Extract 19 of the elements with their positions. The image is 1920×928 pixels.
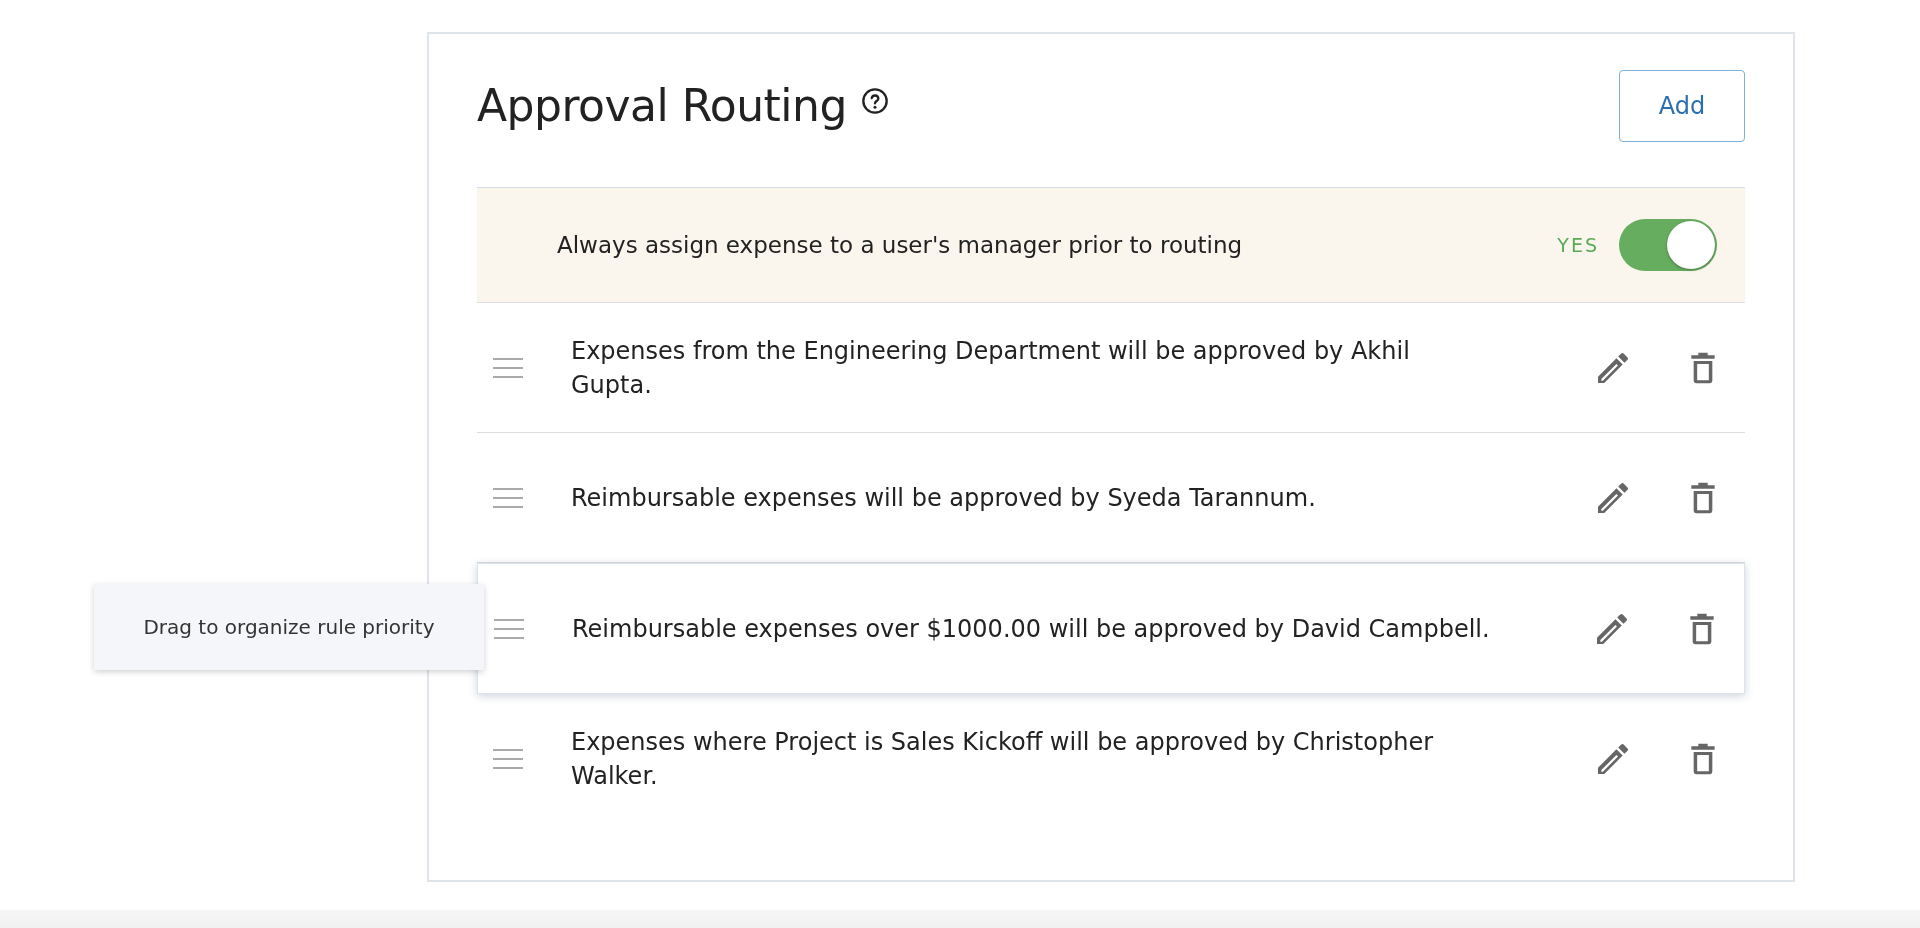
delete-icon[interactable]	[1689, 350, 1717, 385]
delete-icon[interactable]	[1689, 480, 1717, 515]
toggle-state-label: YES	[1557, 234, 1599, 256]
drag-handle-icon[interactable]	[493, 486, 523, 509]
setting-label: Always assign expense to a user's manager prior to routing	[557, 232, 1244, 258]
drag-handle-icon[interactable]	[493, 356, 523, 379]
page-title: Approval Routing	[477, 80, 847, 131]
tooltip: Drag to organize rule priority	[94, 584, 484, 670]
rule-text: Expenses from the Engineering Department will be approved by Akhil Gupta.	[571, 335, 1411, 401]
help-icon[interactable]	[860, 86, 889, 115]
rule-text: Expenses where Project is Sales Kickoff will be approved by Christopher Walker.	[571, 726, 1435, 792]
rule-text: Reimbursable expenses will be approved by Syeda Tarannum.	[571, 482, 1317, 514]
toggle-switch[interactable]	[1619, 219, 1717, 271]
drag-handle-icon[interactable]	[493, 747, 523, 770]
add-button[interactable]: Add	[1619, 69, 1745, 142]
delete-icon[interactable]	[1688, 611, 1716, 646]
delete-icon[interactable]	[1689, 741, 1717, 776]
rule-text: Reimbursable expenses over $1000.00 will be approved by David Campbell.	[572, 613, 1491, 645]
drag-handle-icon[interactable]	[494, 617, 524, 640]
